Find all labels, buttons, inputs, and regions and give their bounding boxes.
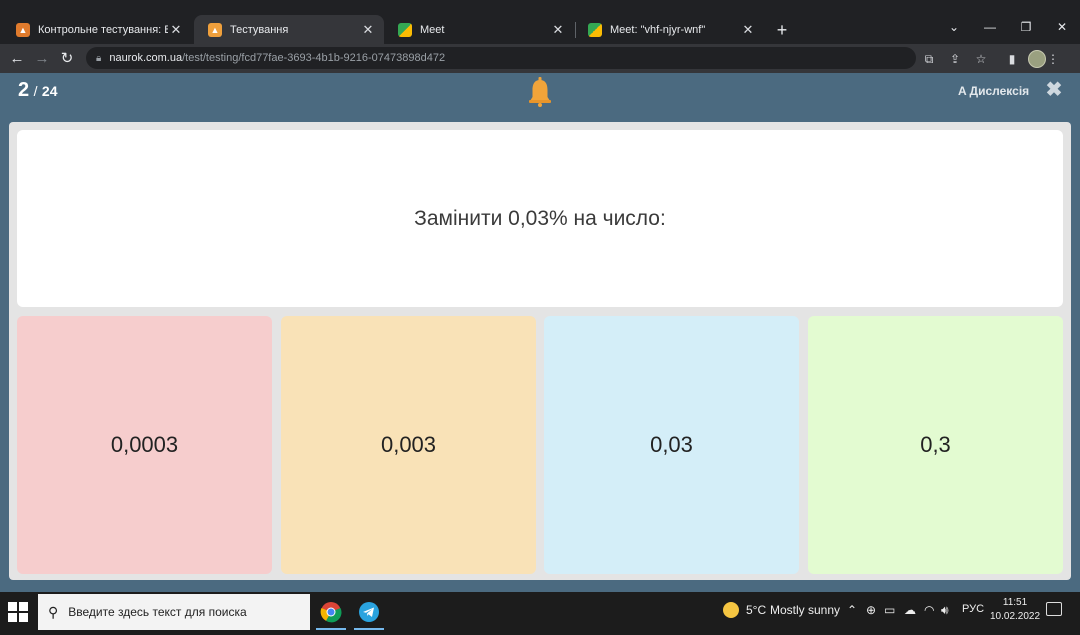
answer-option-2[interactable]: 0,003: [281, 316, 536, 574]
answer-text: 0,3: [920, 432, 951, 457]
browser-tab-bar: ▲ Контрольне тестування: Відноше ✕ ▲ Тес…: [0, 0, 1080, 44]
menu-kebab-icon[interactable]: ⋮: [1042, 48, 1064, 70]
quiz-header: 2 / 24 A Дислексія ✖: [0, 73, 1080, 110]
url-path: /test/testing/fcd77fae-3693-4b1b-9216-07…: [182, 52, 446, 64]
tab-control-test[interactable]: ▲ Контрольне тестування: Відноше ✕: [2, 15, 192, 44]
tab-title: Meet: [420, 23, 445, 36]
weather-temperature[interactable]: 5°C: [746, 603, 766, 617]
current-question-number: 2: [18, 79, 30, 101]
counter-separator: /: [33, 83, 38, 99]
meet-tray-icon[interactable]: ⊕: [866, 603, 876, 617]
tab-search-chevron-icon[interactable]: ⌄: [936, 14, 972, 40]
tab-testing[interactable]: ▲ Тестування ✕: [194, 15, 384, 44]
search-placeholder: Введите здесь текст для поиска: [68, 605, 247, 619]
quiz-content: Замінити 0,03% на число: 0,0003 0,003 0,…: [0, 110, 1080, 592]
taskbar-search-box[interactable]: ⚲ Введите здесь текст для поиска: [38, 594, 310, 630]
volume-icon[interactable]: 🔊︎: [941, 603, 949, 618]
close-tab-icon[interactable]: ✕: [550, 22, 566, 38]
windows-start-icon[interactable]: [8, 602, 30, 624]
clock-date: 10.02.2022: [990, 611, 1041, 622]
tab-title: Meet: "vhf-njyr-wnf": [610, 23, 706, 36]
telegram-taskbar-icon[interactable]: [350, 594, 388, 630]
clock-time: 11:51: [1002, 597, 1028, 608]
close-tab-icon[interactable]: ✕: [360, 22, 376, 38]
close-tab-icon[interactable]: ✕: [740, 22, 756, 38]
url-host: naurok.com.ua: [109, 52, 183, 64]
forward-arrow-icon[interactable]: →: [31, 48, 53, 70]
close-window-button[interactable]: ✕: [1044, 14, 1080, 40]
chrome-taskbar-icon[interactable]: [312, 594, 350, 630]
system-clock[interactable]: 11:51 10.02.2022: [990, 596, 1040, 624]
battery-icon[interactable]: ▭: [884, 603, 895, 617]
share-icon[interactable]: ⇪: [944, 48, 966, 70]
tab-title: Контрольне тестування: Відноше: [38, 23, 168, 36]
total-questions: 24: [41, 83, 58, 99]
question-card: Замінити 0,03% на число:: [17, 130, 1063, 307]
close-tab-icon[interactable]: ✕: [168, 22, 184, 38]
answer-text: 0,003: [380, 432, 437, 457]
tab-meet-room[interactable]: Meet: "vhf-njyr-wnf" ✕: [574, 15, 764, 44]
windows-taskbar: ⚲ Введите здесь текст для поиска 5°C Mos…: [0, 592, 1080, 635]
notification-icon[interactable]: [1046, 602, 1062, 616]
naurok-favicon-icon: ▲: [208, 22, 222, 37]
url-bar[interactable]: 🔒︎ naurok.com.ua /test/testing/fcd77fae-…: [86, 47, 916, 69]
question-counter: 2 / 24: [18, 79, 58, 102]
cloud-icon[interactable]: ☁: [904, 603, 916, 617]
naurok-favicon-icon: ▲: [16, 22, 30, 37]
weather-sun-icon[interactable]: [723, 602, 739, 618]
new-tab-button[interactable]: +: [772, 18, 792, 42]
tab-meet[interactable]: Meet ✕: [384, 15, 574, 44]
dyslexia-toggle[interactable]: A Дислексія: [958, 84, 1029, 98]
bell-icon[interactable]: [528, 77, 552, 107]
side-panel-icon[interactable]: ▮: [1001, 48, 1023, 70]
meet-favicon-icon: [398, 22, 412, 37]
wifi-icon[interactable]: ◠: [924, 603, 934, 617]
search-icon: ⚲: [48, 603, 59, 620]
question-text: Замінити 0,03% на число:: [414, 206, 666, 230]
minimize-button[interactable]: —: [972, 14, 1008, 40]
question-panel: Замінити 0,03% на число: 0,0003 0,003 0,…: [9, 122, 1071, 580]
bookmark-star-icon[interactable]: ☆: [970, 48, 992, 70]
restore-button[interactable]: ❐: [1008, 14, 1044, 40]
chevron-up-icon[interactable]: ⌃: [847, 603, 857, 617]
answer-text: 0,03: [650, 432, 693, 457]
close-quiz-icon[interactable]: ✖: [1044, 80, 1064, 100]
answer-option-3[interactable]: 0,03: [544, 316, 799, 574]
answer-text: 0,0003: [110, 432, 179, 457]
lock-icon: 🔒︎: [96, 52, 102, 64]
language-indicator[interactable]: РУС: [962, 603, 984, 615]
reload-icon[interactable]: ↻: [56, 48, 78, 70]
back-arrow-icon[interactable]: ←: [6, 48, 28, 70]
translate-icon[interactable]: ⧉: [918, 48, 940, 70]
answer-option-1[interactable]: 0,0003: [17, 316, 272, 574]
address-toolbar: ← → ↻ 🔒︎ naurok.com.ua /test/testing/fcd…: [0, 44, 1080, 73]
tab-title: Тестування: [230, 23, 289, 36]
meet-favicon-icon: [588, 22, 602, 37]
weather-description[interactable]: Mostly sunny: [770, 603, 840, 617]
answer-option-4[interactable]: 0,3: [808, 316, 1063, 574]
